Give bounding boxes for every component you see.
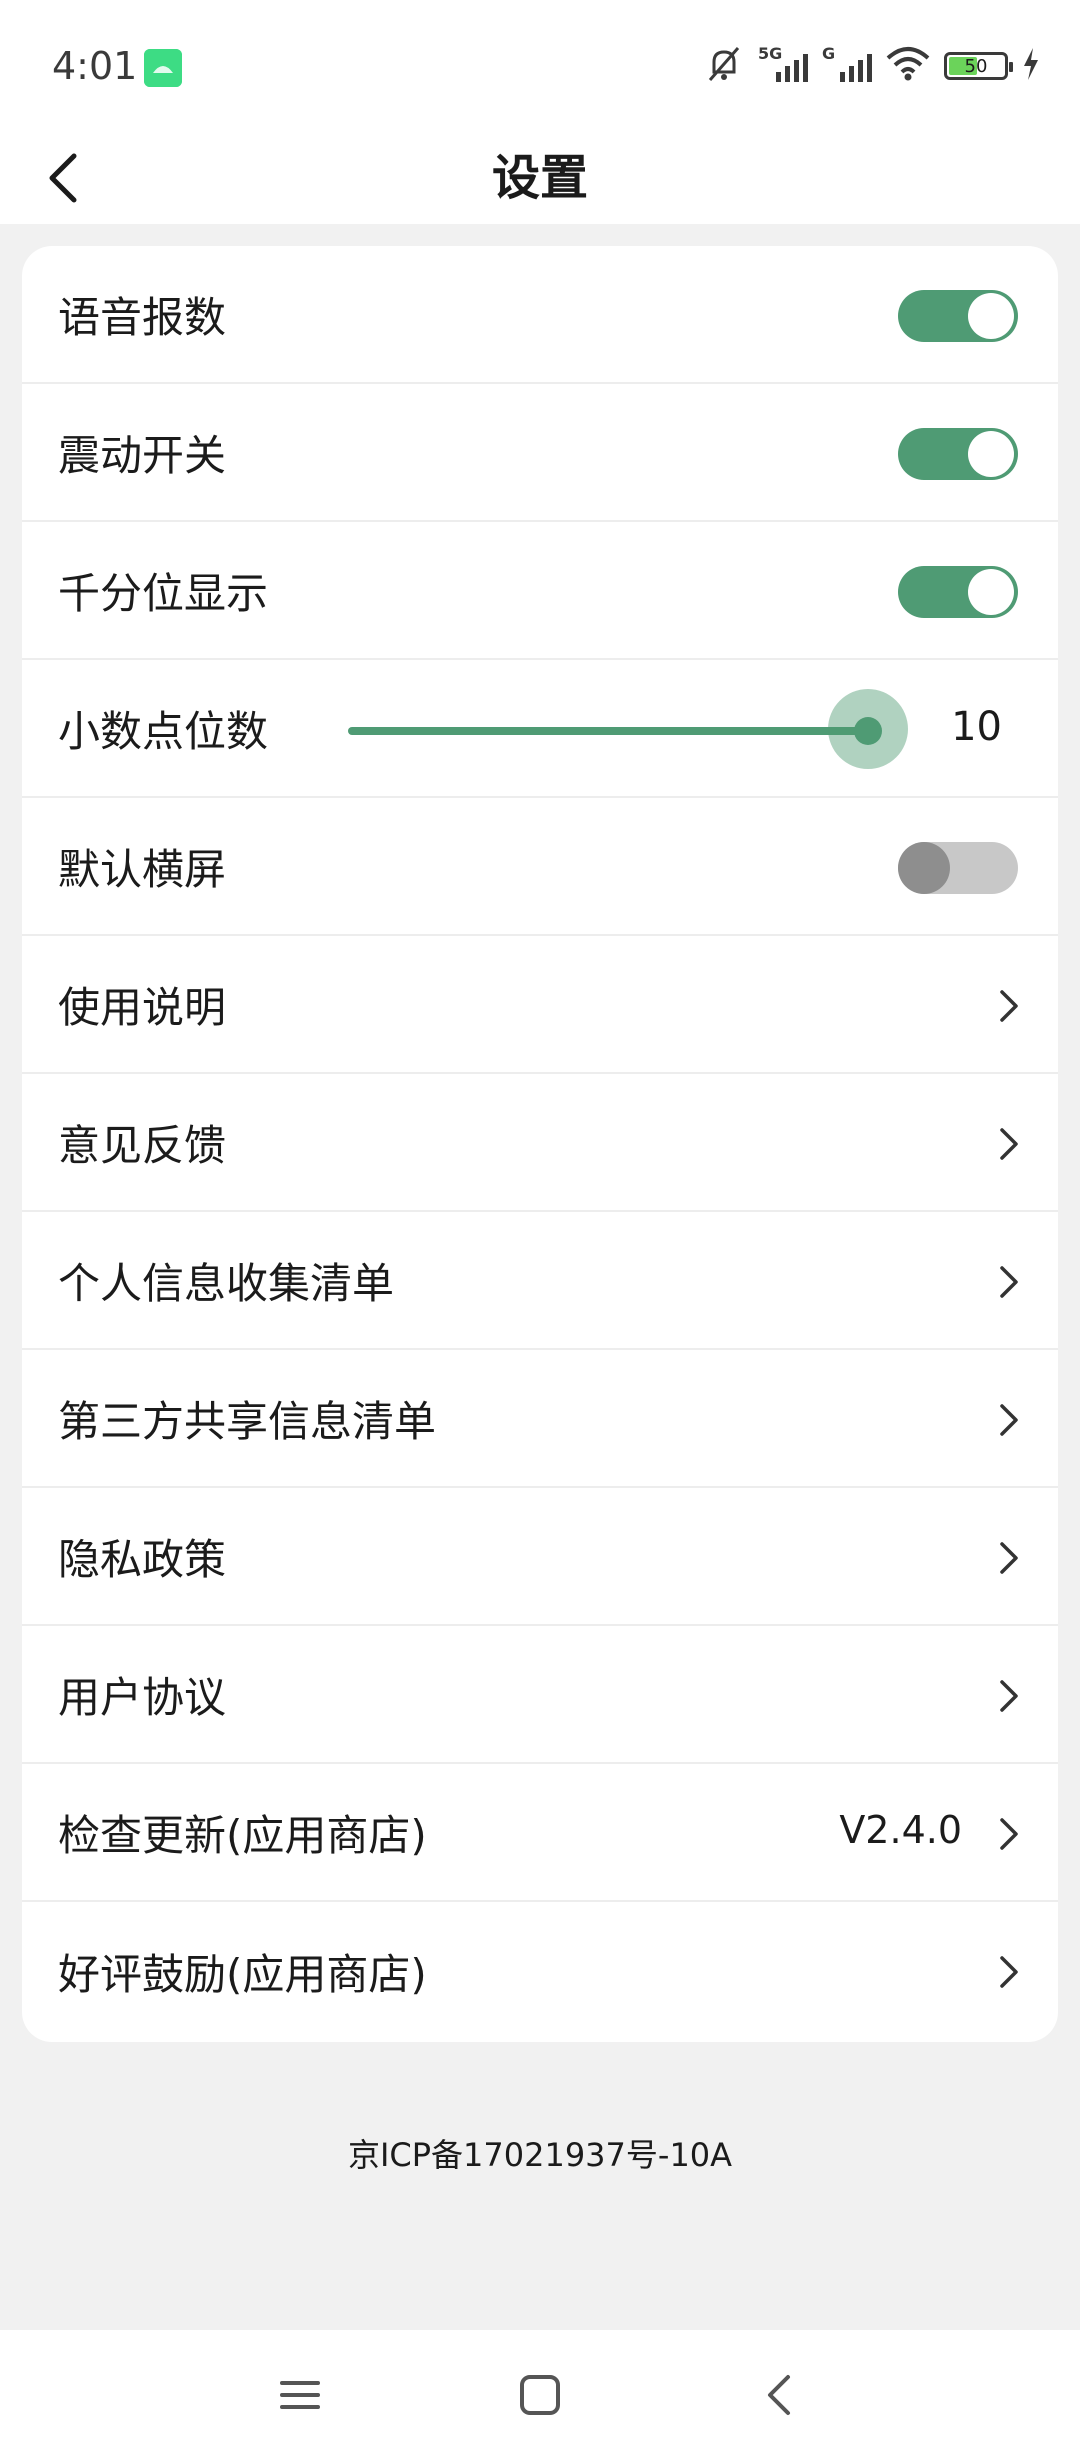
chevron-right-icon bbox=[996, 1678, 1022, 1714]
wifi-icon bbox=[886, 46, 930, 86]
menu-item-check-update[interactable]: 检查更新(应用商店) V2.4.0 bbox=[22, 1764, 1058, 1902]
status-icons: 5G G 50 bbox=[704, 44, 1040, 88]
signal-2-label: G bbox=[822, 44, 836, 63]
menu-item-label: 好评鼓励(应用商店) bbox=[58, 1949, 427, 1999]
setting-default-landscape: 默认横屏 bbox=[22, 798, 1058, 936]
default-landscape-toggle[interactable] bbox=[898, 842, 1018, 894]
setting-decimal-places: 小数点位数 10 bbox=[22, 660, 1058, 798]
setting-thousands-separator: 千分位显示 bbox=[22, 522, 1058, 660]
setting-voice-broadcast: 语音报数 bbox=[22, 246, 1058, 384]
battery-icon: 50 bbox=[944, 52, 1013, 80]
menu-item-label: 隐私政策 bbox=[58, 1534, 227, 1584]
toggle-knob bbox=[968, 569, 1014, 615]
menu-item-personal-info-list[interactable]: 个人信息收集清单 bbox=[22, 1212, 1058, 1350]
chevron-right-icon bbox=[996, 1402, 1022, 1438]
vibration-toggle[interactable] bbox=[898, 428, 1018, 480]
menu-item-label: 第三方共享信息清单 bbox=[58, 1396, 437, 1446]
setting-label: 震动开关 bbox=[58, 430, 227, 480]
page-title: 设置 bbox=[491, 150, 588, 206]
chevron-right-icon bbox=[996, 1126, 1022, 1162]
chevron-right-icon bbox=[996, 1954, 1022, 1990]
menu-item-third-party-list[interactable]: 第三方共享信息清单 bbox=[22, 1350, 1058, 1488]
app-bar: 设置 bbox=[0, 130, 1080, 224]
menu-item-label: 个人信息收集清单 bbox=[58, 1258, 395, 1308]
menu-item-user-agreement[interactable]: 用户协议 bbox=[22, 1626, 1058, 1764]
menu-icon[interactable] bbox=[270, 2365, 330, 2425]
battery-level: 50 bbox=[964, 55, 988, 77]
settings-list: 语音报数 震动开关 千分位显示 小数点位数 10 默认横屏 使用说明 意见反馈 … bbox=[22, 246, 1058, 2042]
signal-icon: 5G bbox=[758, 44, 808, 82]
toggle-knob bbox=[968, 431, 1014, 477]
mute-icon bbox=[704, 44, 744, 88]
menu-item-label: 意见反馈 bbox=[58, 1120, 227, 1170]
menu-item-label: 用户协议 bbox=[58, 1672, 227, 1722]
menu-item-privacy-policy[interactable]: 隐私政策 bbox=[22, 1488, 1058, 1626]
setting-label: 默认横屏 bbox=[58, 844, 227, 894]
status-time: 4:01 bbox=[52, 44, 138, 88]
setting-label: 千分位显示 bbox=[58, 568, 269, 618]
setting-label: 语音报数 bbox=[58, 292, 227, 342]
menu-item-instructions[interactable]: 使用说明 bbox=[22, 936, 1058, 1074]
chevron-right-icon bbox=[996, 988, 1022, 1024]
charging-icon bbox=[1022, 48, 1040, 84]
system-nav-bar bbox=[0, 2330, 1080, 2460]
version-text: V2.4.0 bbox=[839, 1808, 962, 1852]
voice-broadcast-toggle[interactable] bbox=[898, 290, 1018, 342]
menu-item-rate-us[interactable]: 好评鼓励(应用商店) bbox=[22, 1902, 1058, 2040]
chevron-right-icon bbox=[996, 1264, 1022, 1300]
icp-license-text: 京ICP备17021937号-10A bbox=[347, 2136, 733, 2174]
status-bar: 4:01 5G G 50 bbox=[0, 0, 1080, 130]
back-icon[interactable] bbox=[750, 2365, 810, 2425]
decimal-places-value: 10 bbox=[951, 704, 1002, 750]
signal-icon: G bbox=[822, 44, 872, 82]
menu-item-label: 使用说明 bbox=[58, 982, 227, 1032]
setting-vibration: 震动开关 bbox=[22, 384, 1058, 522]
android-app-icon bbox=[144, 49, 182, 87]
chevron-right-icon bbox=[996, 1816, 1022, 1852]
toggle-knob bbox=[968, 293, 1014, 339]
slider-thumb[interactable] bbox=[854, 717, 882, 745]
home-icon[interactable] bbox=[510, 2365, 570, 2425]
signal-1-label: 5G bbox=[758, 44, 783, 63]
thousands-separator-toggle[interactable] bbox=[898, 566, 1018, 618]
menu-item-feedback[interactable]: 意见反馈 bbox=[22, 1074, 1058, 1212]
chevron-right-icon bbox=[996, 1540, 1022, 1576]
toggle-knob bbox=[898, 842, 950, 894]
decimal-places-slider[interactable] bbox=[348, 689, 908, 769]
